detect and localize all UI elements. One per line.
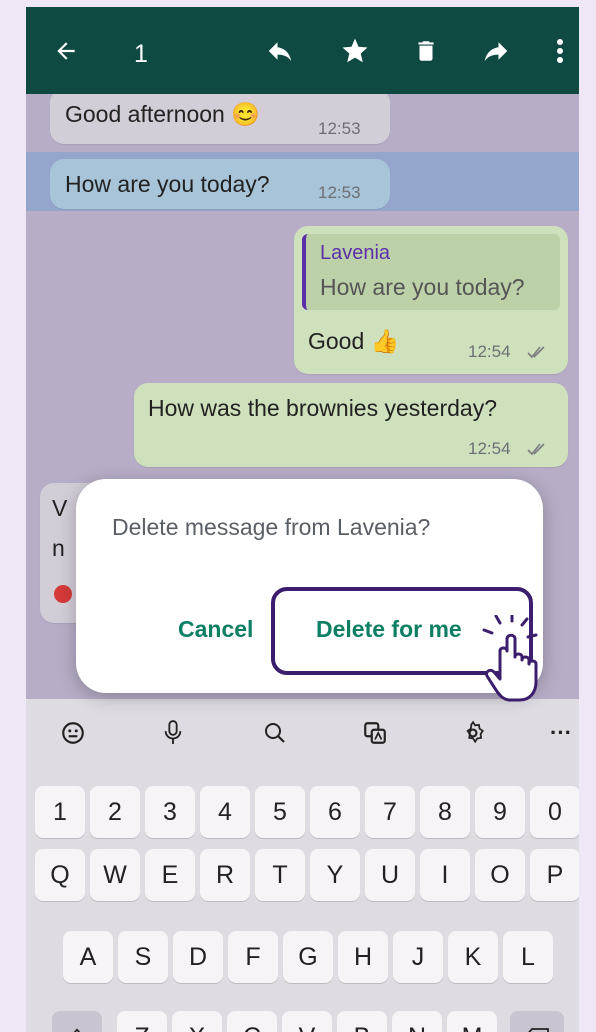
backspace-icon	[528, 1028, 549, 1032]
key[interactable]: X	[172, 1011, 222, 1032]
key[interactable]: 8	[420, 786, 470, 838]
key[interactable]: 4	[200, 786, 250, 838]
message-text: Good afternoon 😊	[65, 101, 260, 127]
settings-icon[interactable]	[456, 716, 490, 750]
key[interactable]: D	[173, 931, 223, 983]
delete-icon[interactable]	[410, 35, 442, 67]
key[interactable]: N	[392, 1011, 442, 1032]
key[interactable]: J	[393, 931, 443, 983]
key[interactable]: 5	[255, 786, 305, 838]
message-bubble-selected[interactable]: How are you today? 12:53	[50, 159, 390, 209]
star-icon[interactable]	[339, 35, 371, 67]
read-ticks-icon	[527, 443, 545, 456]
keyboard: ··· 1234567890 QWERTYUIOP ASDFGHJKL ZXCV…	[26, 699, 579, 1032]
shift-icon	[73, 1028, 81, 1032]
key[interactable]: Y	[310, 849, 360, 901]
message-time: 12:53	[318, 183, 361, 202]
key[interactable]: C	[227, 1011, 277, 1032]
more-icon[interactable]: ···	[544, 716, 578, 750]
read-ticks-icon	[527, 346, 545, 359]
translate-icon[interactable]	[358, 716, 392, 750]
key[interactable]: 9	[475, 786, 525, 838]
forward-icon[interactable]	[480, 35, 512, 67]
message-time: 12:53	[318, 119, 361, 138]
key[interactable]: R	[200, 849, 250, 901]
emoji-sticker-icon[interactable]	[56, 716, 90, 750]
message-bubble[interactable]: How was the brownies yesterday? 12:54	[134, 383, 568, 467]
key[interactable]: W	[90, 849, 140, 901]
quoted-message[interactable]: Lavenia How are you today?	[302, 234, 560, 310]
quote-author: Lavenia	[320, 242, 391, 264]
message-text: Good 👍	[308, 328, 400, 354]
search-icon[interactable]	[258, 716, 292, 750]
key[interactable]: T	[255, 849, 305, 901]
message-text: How was the brownies yesterday?	[148, 395, 497, 421]
backspace-key[interactable]	[510, 1011, 564, 1032]
selection-toolbar: 1	[26, 7, 579, 94]
tap-hand-cursor-icon	[482, 615, 538, 702]
key[interactable]: Q	[35, 849, 85, 901]
key[interactable]: H	[338, 931, 388, 983]
cancel-button[interactable]: Cancel	[178, 616, 253, 643]
phone-screen: 1 Good afternoon 😊 12:53 How are you tod…	[26, 7, 579, 1032]
message-time: 12:54	[468, 342, 511, 361]
key[interactable]: G	[283, 931, 333, 983]
message-time: 12:54	[468, 439, 511, 458]
message-bubble-with-quote[interactable]: Lavenia How are you today? Good 👍 12:54	[294, 226, 568, 374]
message-text-fragment: V	[52, 495, 68, 521]
key[interactable]: P	[530, 849, 579, 901]
more-icon[interactable]	[544, 35, 576, 67]
message-text: How are you today?	[65, 171, 270, 197]
key[interactable]: A	[63, 931, 113, 983]
key[interactable]: 1	[35, 786, 85, 838]
key[interactable]: 7	[365, 786, 415, 838]
key[interactable]: K	[448, 931, 498, 983]
back-arrow-icon[interactable]	[50, 35, 82, 67]
quote-text: How are you today?	[320, 274, 525, 300]
key[interactable]: M	[447, 1011, 497, 1032]
key[interactable]: B	[337, 1011, 387, 1032]
key[interactable]: F	[228, 931, 278, 983]
key[interactable]: 2	[90, 786, 140, 838]
selected-count: 1	[134, 40, 148, 68]
key[interactable]: U	[365, 849, 415, 901]
shift-key[interactable]	[52, 1011, 102, 1032]
message-text-fragment: n	[52, 535, 65, 561]
key[interactable]: E	[145, 849, 195, 901]
key[interactable]: O	[475, 849, 525, 901]
dialog-message: Delete message from Lavenia?	[112, 514, 431, 540]
heart-reaction-icon	[54, 585, 72, 603]
key[interactable]: V	[282, 1011, 332, 1032]
key[interactable]: 6	[310, 786, 360, 838]
key[interactable]: I	[420, 849, 470, 901]
key[interactable]: 0	[530, 786, 579, 838]
key[interactable]: L	[503, 931, 553, 983]
key[interactable]: S	[118, 931, 168, 983]
key[interactable]: Z	[117, 1011, 167, 1032]
message-bubble[interactable]: Good afternoon 😊 12:53	[50, 94, 390, 144]
key[interactable]: 3	[145, 786, 195, 838]
reply-icon[interactable]	[264, 35, 296, 67]
mic-icon[interactable]	[156, 716, 190, 750]
